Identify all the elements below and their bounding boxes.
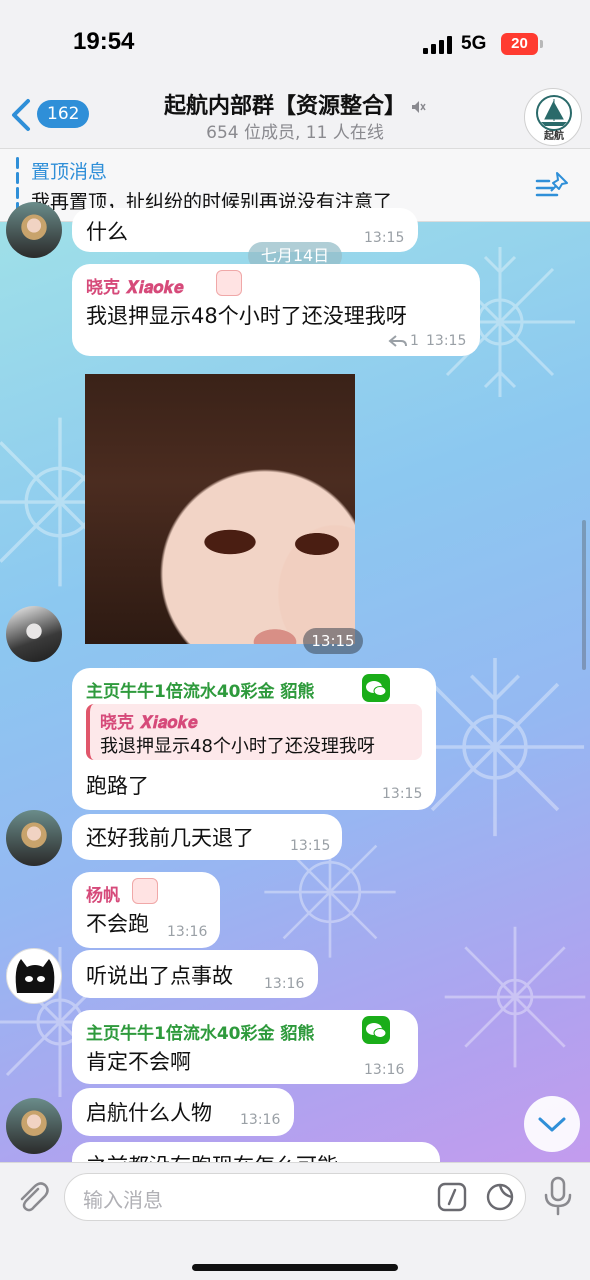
avatar[interactable]: [6, 202, 62, 258]
message-text: 跑路了: [86, 774, 149, 798]
sticker-icon[interactable]: [485, 1182, 515, 1212]
message-sender[interactable]: 杨帆: [86, 881, 120, 906]
scroll-down-button[interactable]: [524, 1096, 580, 1152]
message-bubble[interactable]: 还好我前几天退了 13:15: [72, 814, 342, 860]
message-time: 13:15: [382, 786, 423, 802]
message-text: 肯定不会啊: [86, 1050, 191, 1074]
mute-icon: [412, 101, 426, 113]
chevron-down-icon: [538, 1117, 566, 1132]
message-text: 不会跑: [86, 912, 149, 936]
pin-list-icon[interactable]: [535, 171, 569, 201]
message-time: 13:16: [167, 924, 208, 940]
scrollbar[interactable]: [582, 520, 586, 670]
pinned-title: 置顶消息: [31, 161, 108, 183]
group-avatar[interactable]: 起航: [524, 88, 582, 146]
message-bubble[interactable]: 主页牛牛1倍流水40彩金 貂熊 肯定不会啊 13:16: [72, 1010, 418, 1084]
avatar[interactable]: [6, 606, 62, 662]
sender-badge-icon: [216, 270, 242, 296]
reply-text: 我退押显示48个小时了还没理我呀: [100, 736, 375, 757]
message-time: 13:15: [364, 230, 405, 246]
sender-badge-icon: [132, 878, 158, 904]
signal-icon: [423, 36, 452, 54]
message-time: 13:16: [240, 1112, 281, 1128]
message-text: 听说出了点事故: [86, 964, 233, 988]
avatar[interactable]: [6, 1098, 62, 1154]
message-bubble[interactable]: 杨帆 不会跑 13:16: [72, 872, 220, 948]
message-text: 什么: [86, 220, 128, 244]
chat-title[interactable]: 起航内部群【资源整合】: [0, 88, 590, 120]
status-time: 19:54: [73, 28, 135, 55]
battery-tip: [540, 40, 543, 48]
message-time: 13:15: [290, 838, 331, 854]
message-sender[interactable]: 主页牛牛1倍流水40彩金 貂熊: [86, 1019, 314, 1044]
network-type: 5G: [461, 33, 487, 54]
reply-sender: 晓克 𝑿𝒊𝒂𝒐𝒌𝒆: [100, 713, 198, 733]
message-bubble[interactable]: 之前都没有跑现在怎么可能: [72, 1142, 440, 1162]
black-cat-icon: [15, 959, 55, 993]
message-sender[interactable]: 主页牛牛1倍流水40彩金 貂熊: [86, 677, 314, 702]
group-avatar-label: 起航: [544, 131, 564, 142]
battery-icon: 20: [501, 33, 538, 55]
slash-command-icon[interactable]: [437, 1182, 467, 1212]
message-time: 13:16: [364, 1062, 405, 1078]
message-text: 启航什么人物: [86, 1101, 212, 1125]
reply-count: 1: [410, 333, 419, 349]
message-bubble[interactable]: 什么 13:15: [72, 208, 418, 252]
paperclip-icon[interactable]: [14, 1179, 50, 1215]
reply-icon[interactable]: [388, 334, 408, 348]
avatar[interactable]: [6, 810, 62, 866]
message-bubble[interactable]: 主页牛牛1倍流水40彩金 貂熊 晓克 𝑿𝒊𝒂𝒐𝒌𝒆 我退押显示48个小时了还没理…: [72, 668, 436, 810]
message-text: 我退押显示48个小时了还没理我呀: [86, 304, 407, 328]
message-input-placeholder: 输入消息: [83, 1188, 163, 1212]
message-time: 13:16: [264, 976, 305, 992]
composer-bar: 输入消息: [0, 1162, 590, 1280]
snowflake-decoration: [444, 926, 586, 1068]
message-bubble[interactable]: 晓克 𝑿𝒊𝒂𝒐𝒌𝒆 我退押显示48个小时了还没理我呀 1 13:15: [72, 264, 480, 356]
chat-subtitle: 654 位成员, 11 人在线: [206, 123, 384, 143]
message-text: 之前都没有跑现在怎么可能: [86, 1150, 338, 1162]
message-time: 13:15: [426, 333, 467, 349]
message-clip: 之前都没有跑现在怎么可能: [72, 1142, 440, 1162]
message-bubble[interactable]: 启航什么人物 13:16: [72, 1088, 294, 1136]
photo-message[interactable]: [85, 374, 355, 644]
message-time: 13:15: [303, 628, 363, 654]
chat-header: 162 起航内部群【资源整合】 654 位成员, 11 人在线 起航: [0, 80, 590, 148]
microphone-icon[interactable]: [540, 1175, 576, 1217]
wechat-icon: [362, 1016, 390, 1044]
reply-quote[interactable]: 晓克 𝑿𝒊𝒂𝒐𝒌𝒆 我退押显示48个小时了还没理我呀: [86, 704, 422, 760]
message-input[interactable]: 输入消息: [64, 1173, 526, 1221]
home-indicator: [192, 1264, 398, 1271]
wechat-icon: [362, 674, 390, 702]
message-sender[interactable]: 晓克 𝑿𝒊𝒂𝒐𝒌𝒆: [86, 273, 184, 298]
status-bar: 19:54 5G 20: [0, 0, 590, 80]
message-text: 还好我前几天退了: [86, 826, 254, 850]
avatar[interactable]: [6, 948, 62, 1004]
message-bubble[interactable]: 听说出了点事故 13:16: [72, 950, 318, 998]
chat-title-text: 起航内部群【资源整合】: [163, 94, 406, 119]
